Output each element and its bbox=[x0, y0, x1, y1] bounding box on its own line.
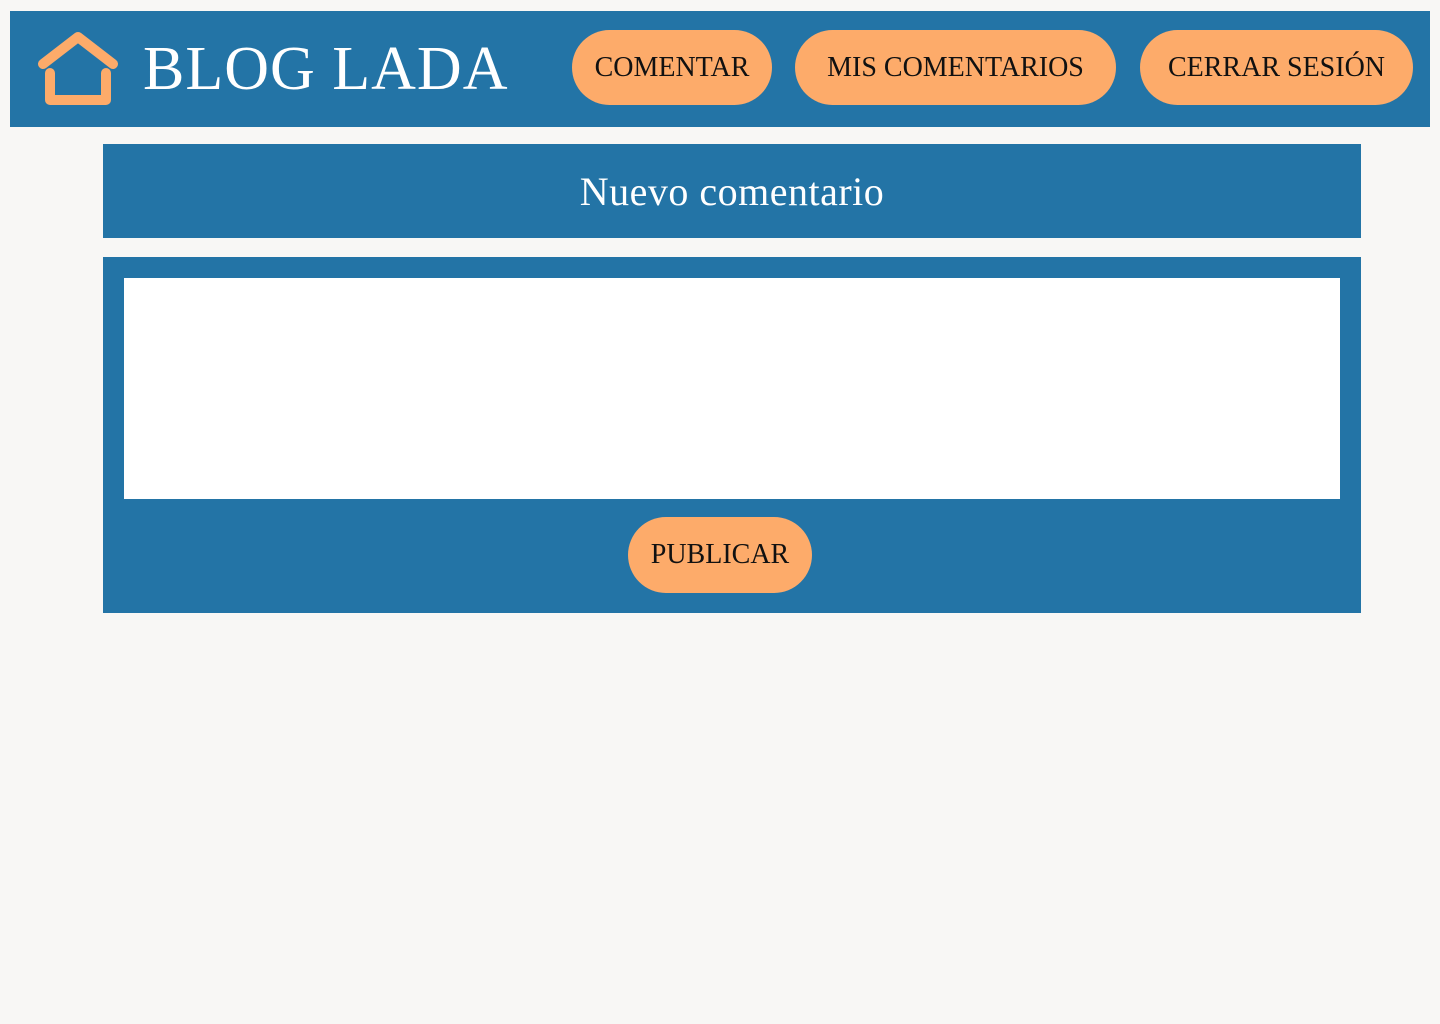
top-nav-bar: BLOG LADA COMENTAR MIS COMENTARIOS CERRA… bbox=[10, 11, 1430, 127]
comment-form: PUBLICAR bbox=[103, 257, 1361, 613]
page-title-panel: Nuevo comentario bbox=[103, 144, 1361, 238]
cerrar-sesion-button[interactable]: CERRAR SESIÓN bbox=[1140, 30, 1413, 105]
page-title: Nuevo comentario bbox=[579, 168, 885, 214]
publicar-button[interactable]: PUBLICAR bbox=[628, 517, 812, 593]
site-title[interactable]: BLOG LADA bbox=[143, 33, 508, 105]
comment-textarea[interactable] bbox=[124, 278, 1340, 499]
home-icon[interactable] bbox=[37, 31, 119, 107]
comentar-button[interactable]: COMENTAR bbox=[572, 30, 772, 105]
mis-comentarios-button[interactable]: MIS COMENTARIOS bbox=[795, 30, 1116, 105]
